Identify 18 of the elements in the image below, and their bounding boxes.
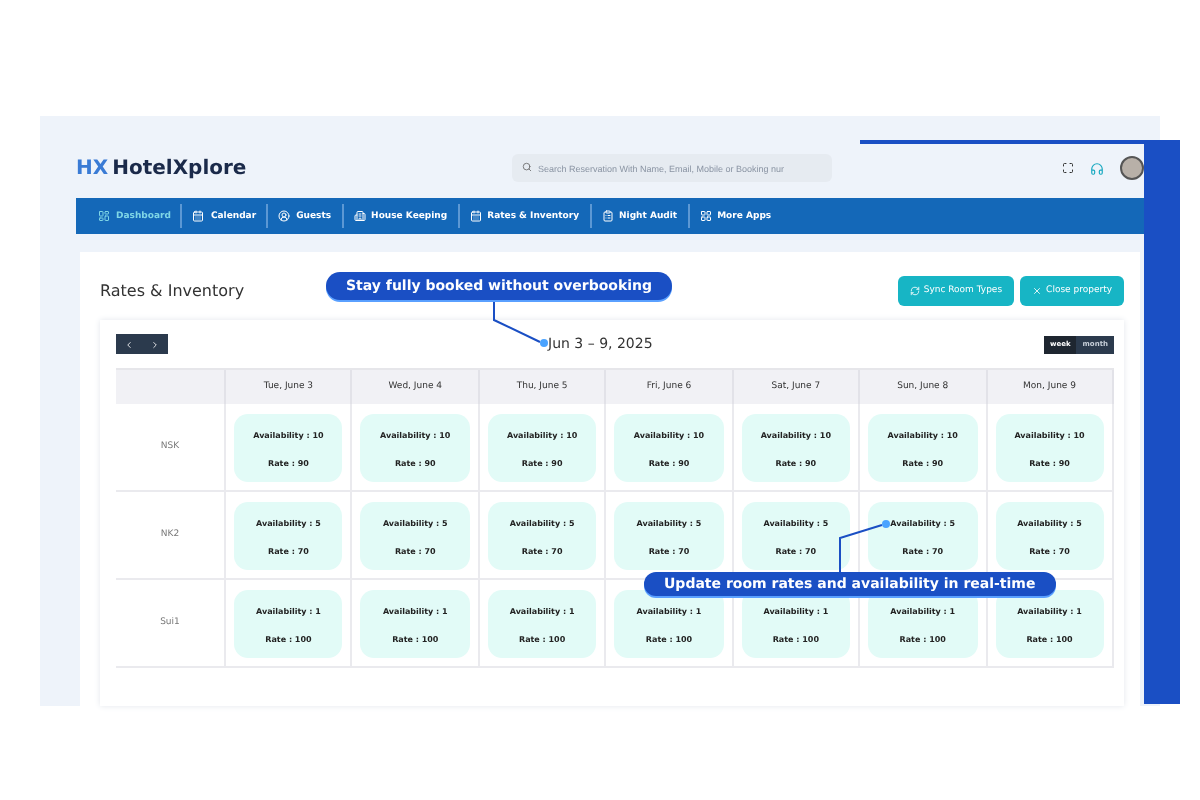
building-icon <box>353 210 366 222</box>
next-button[interactable] <box>142 334 168 354</box>
headphones-icon[interactable] <box>1090 161 1104 175</box>
dashboard-icon <box>98 210 110 222</box>
chevron-left-icon <box>124 339 134 349</box>
leader-line <box>838 520 894 572</box>
chevron-right-icon <box>150 339 160 349</box>
calendar-icon <box>469 210 482 222</box>
avatar[interactable] <box>1120 156 1144 180</box>
calendar-icon <box>192 210 205 222</box>
logo-mark: HX <box>76 157 109 179</box>
user-icon <box>278 210 291 222</box>
grid-icon <box>699 210 712 222</box>
sync-icon <box>909 285 920 295</box>
prev-button[interactable] <box>116 334 142 354</box>
page-title: Rates & Inventory <box>100 281 245 299</box>
clipboard-icon <box>601 210 614 222</box>
brand-name: HotelXplore <box>112 157 247 179</box>
